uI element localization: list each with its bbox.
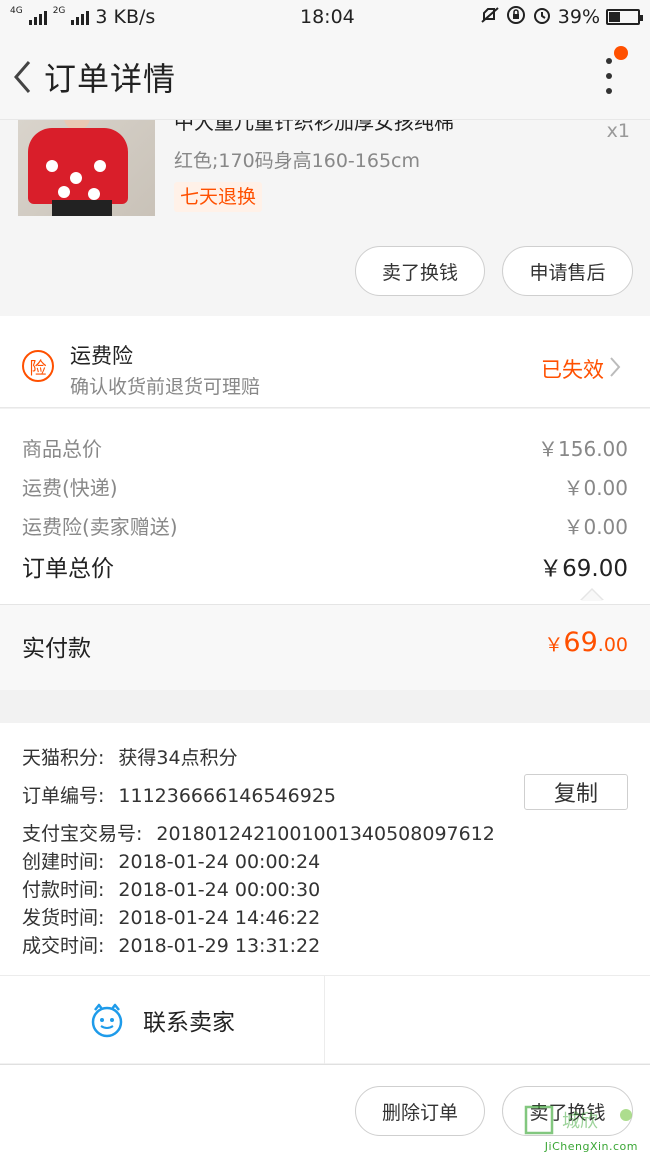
product-quantity: x1 bbox=[606, 120, 630, 142]
created-label: 创建时间: bbox=[22, 851, 105, 873]
goods-total-value: ￥156.00 bbox=[538, 437, 628, 461]
shipping-insurance-row[interactable]: 险 运费险 确认收货前退货可理赔 已失效 bbox=[0, 316, 650, 408]
signal-icon bbox=[28, 9, 47, 25]
completed-value: 2018-01-29 13:31:22 bbox=[118, 935, 321, 957]
paid-amount: ￥69.00 bbox=[544, 627, 628, 658]
contact-bar: 联系卖家 bbox=[0, 975, 650, 1064]
price-row-order-total: 订单总价 ￥69.00 bbox=[22, 549, 628, 583]
network-speed: 3 KB/s bbox=[95, 6, 156, 28]
order-number-label: 订单编号: bbox=[22, 785, 105, 807]
price-row-goods: 商品总价 ￥156.00 bbox=[22, 433, 628, 462]
network-4g-label: 4G bbox=[10, 6, 23, 16]
watermark-logo: 城欣 bbox=[524, 1105, 632, 1135]
shipping-label: 运费(快递) bbox=[22, 476, 118, 500]
pointer-triangle-inner bbox=[581, 590, 603, 601]
points-value: 获得34点积分 bbox=[118, 747, 238, 769]
after-sales-button[interactable]: 申请售后 bbox=[502, 246, 633, 296]
alipay-row: 支付宝交易号: 2018012421001001340508097612 bbox=[22, 819, 495, 846]
order-info: 天猫积分: 获得34点积分 订单编号: 111236666146546925 复制 … bbox=[0, 723, 650, 975]
battery-fill bbox=[609, 12, 620, 22]
price-row-insurance: 运费险(卖家赠送) ￥0.00 bbox=[22, 511, 628, 540]
alipay-value: 2018012421001001340508097612 bbox=[156, 823, 495, 845]
insurance-fee-value: ￥0.00 bbox=[563, 515, 628, 539]
more-options-icon[interactable] bbox=[598, 54, 620, 98]
nav-bar: 订单详情 bbox=[0, 34, 650, 120]
paid-time-value: 2018-01-24 00:00:30 bbox=[118, 879, 321, 901]
watermark-text: JiChengXin.com bbox=[544, 1140, 638, 1153]
paid-time-row: 付款时间: 2018-01-24 00:00:30 bbox=[22, 875, 320, 902]
product-thumbnail[interactable] bbox=[18, 120, 155, 216]
insurance-icon: 险 bbox=[22, 350, 54, 382]
order-total-label: 订单总价 bbox=[22, 556, 114, 582]
product-card: 中大童儿童针织衫加厚女孩纯棉 红色;170码身高160-165cm x1 七天退… bbox=[0, 120, 650, 316]
alarm-icon bbox=[532, 5, 552, 30]
shipped-label: 发货时间: bbox=[22, 907, 105, 929]
network-2g-label: 2G bbox=[52, 6, 66, 16]
created-row: 创建时间: 2018-01-24 00:00:24 bbox=[22, 847, 320, 874]
paid-label: 实付款 bbox=[22, 636, 91, 662]
svg-text:城欣: 城欣 bbox=[562, 1111, 598, 1132]
order-number-value: 111236666146546925 bbox=[118, 785, 336, 807]
clock: 18:04 bbox=[300, 6, 355, 28]
contact-right-empty bbox=[326, 976, 650, 1064]
actual-paid-row: 实付款 ￥69.00 bbox=[0, 604, 650, 690]
signal-icon-2 bbox=[71, 9, 90, 25]
points-row: 天猫积分: 获得34点积分 bbox=[22, 743, 238, 770]
shipped-value: 2018-01-24 14:46:22 bbox=[118, 907, 321, 929]
seven-day-return-tag: 七天退换 bbox=[174, 182, 263, 212]
sell-for-cash-button[interactable]: 卖了换钱 bbox=[355, 246, 485, 296]
order-number-row: 订单编号: 111236666146546925 bbox=[22, 781, 336, 808]
paid-currency: ￥ bbox=[544, 634, 564, 656]
price-row-shipping: 运费(快递) ￥0.00 bbox=[22, 472, 628, 501]
shipped-row: 发货时间: 2018-01-24 14:46:22 bbox=[22, 903, 320, 930]
goods-total-label: 商品总价 bbox=[22, 437, 102, 461]
alipay-label: 支付宝交易号: bbox=[22, 823, 143, 845]
product-name[interactable]: 中大童儿童针织衫加厚女孩纯棉 bbox=[174, 120, 454, 135]
created-value: 2018-01-24 00:00:24 bbox=[118, 851, 321, 873]
contact-seller-label: 联系卖家 bbox=[143, 1010, 235, 1036]
contact-seller-button[interactable]: 联系卖家 bbox=[0, 976, 325, 1064]
page-title: 订单详情 bbox=[44, 59, 177, 98]
status-bar: 4G 2G 3 KB/s 18:04 39% bbox=[0, 0, 650, 34]
chevron-right-icon bbox=[610, 357, 621, 377]
shipping-value: ￥0.00 bbox=[563, 476, 628, 500]
lock-rotation-icon bbox=[506, 5, 526, 30]
chat-face-icon bbox=[91, 1003, 123, 1038]
mute-icon bbox=[480, 5, 500, 30]
paid-decimal: .00 bbox=[597, 634, 628, 656]
notification-dot bbox=[614, 46, 628, 60]
back-arrow-icon[interactable] bbox=[0, 47, 44, 107]
paid-integer: 69 bbox=[563, 627, 598, 658]
insurance-fee-label: 运费险(卖家赠送) bbox=[22, 515, 178, 539]
paid-time-label: 付款时间: bbox=[22, 879, 105, 901]
completed-row: 成交时间: 2018-01-29 13:31:22 bbox=[22, 931, 320, 958]
copy-button[interactable]: 复制 bbox=[524, 774, 628, 810]
completed-label: 成交时间: bbox=[22, 935, 105, 957]
battery-icon bbox=[606, 9, 643, 25]
product-sku: 红色;170码身高160-165cm bbox=[174, 150, 421, 172]
insurance-title: 运费险 bbox=[70, 344, 133, 368]
bottom-action-bar: 删除订单 卖了换钱 城欣 JiChengXin.com bbox=[0, 1064, 650, 1155]
points-label: 天猫积分: bbox=[22, 747, 105, 769]
battery-percent: 39% bbox=[557, 6, 600, 28]
order-total-value: ￥69.00 bbox=[539, 556, 628, 582]
delete-order-button[interactable]: 删除订单 bbox=[355, 1086, 485, 1136]
insurance-status: 已失效 bbox=[541, 358, 604, 382]
insurance-subtitle: 确认收货前退货可理赔 bbox=[70, 376, 261, 398]
price-breakdown: 商品总价 ￥156.00 运费(快递) ￥0.00 运费险(卖家赠送) ￥0.0… bbox=[0, 409, 650, 605]
